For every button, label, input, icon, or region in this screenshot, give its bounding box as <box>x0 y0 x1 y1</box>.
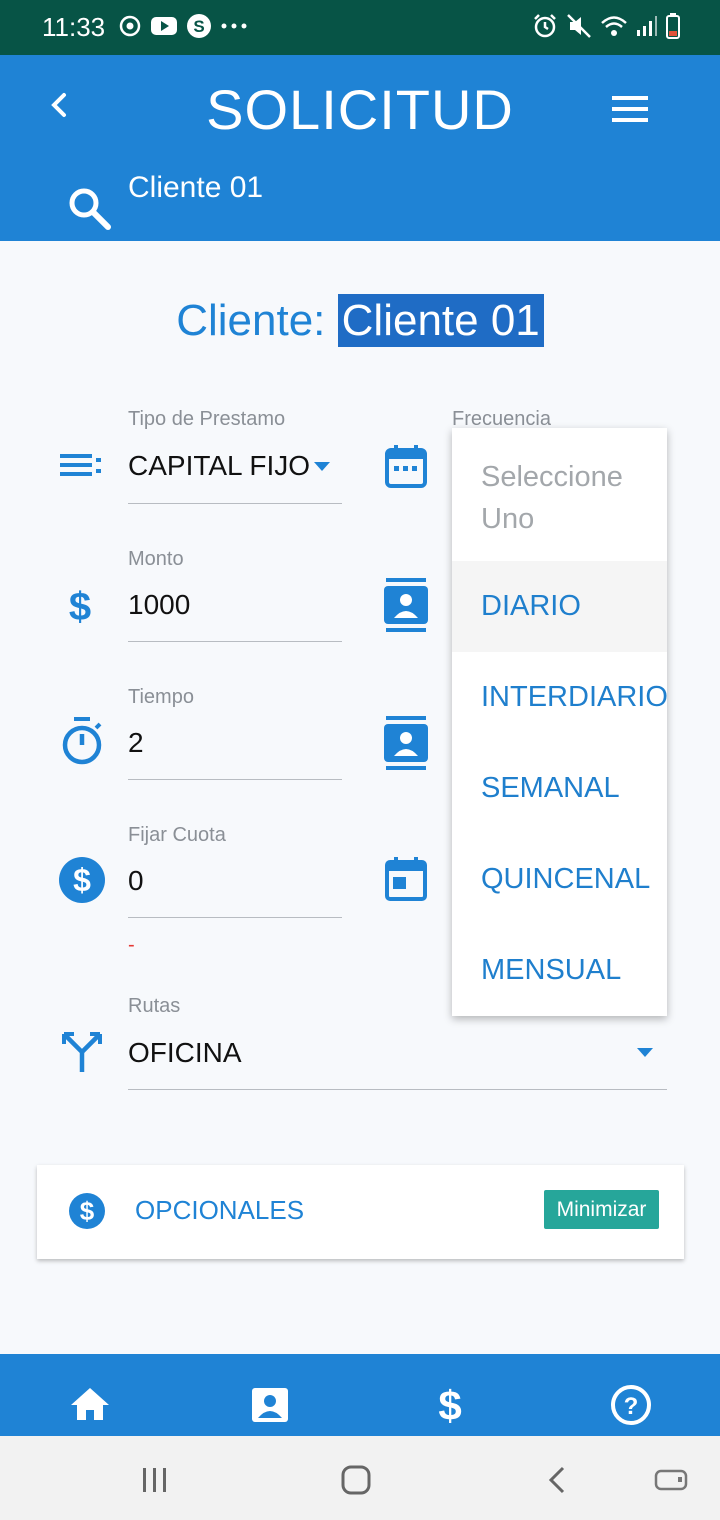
home-icon[interactable] <box>69 1386 111 1422</box>
dollar-icon: $ <box>69 585 91 626</box>
status-time: 11:33 <box>42 12 106 42</box>
youtube-icon <box>151 17 177 35</box>
search-input[interactable]: Cliente 01 <box>128 171 263 205</box>
sync-icon <box>119 15 141 37</box>
rutas-select[interactable]: OFICINA <box>128 1037 242 1069</box>
monto-input[interactable]: 1000 <box>128 589 190 621</box>
tipo-prestamo-label: Tipo de Prestamo <box>128 408 286 430</box>
keyboard-hide-icon[interactable] <box>654 1468 688 1492</box>
rutas-label: Rutas <box>128 995 181 1017</box>
chevron-down-icon[interactable] <box>637 1048 653 1057</box>
opcionales-card[interactable]: $ OPCIONALES Minimizar <box>37 1165 684 1259</box>
bottom-navigation: $ ? <box>0 1354 720 1436</box>
system-navigation-bar <box>0 1436 720 1520</box>
hamburger-menu-icon[interactable] <box>604 87 656 131</box>
signal-icon <box>637 16 657 36</box>
dropdown-option[interactable]: MENSUAL <box>452 925 667 1016</box>
frecuencia-dropdown-menu: Seleccione Uno DIARIO INTERDIARIO SEMANA… <box>452 428 668 1016</box>
monto-label: Monto <box>128 548 184 570</box>
monto-underline <box>128 641 342 642</box>
mute-icon <box>567 14 591 38</box>
fijar-cuota-underline <box>128 917 342 918</box>
dropdown-option[interactable]: DIARIO <box>452 561 667 652</box>
fijar-cuota-label: Fijar Cuota <box>128 824 226 846</box>
wifi-icon <box>601 16 627 36</box>
contact-icon[interactable] <box>250 1386 290 1424</box>
calendar-event-icon <box>385 857 427 901</box>
client-heading: Cliente: Cliente 01 <box>0 294 720 347</box>
dropdown-placeholder[interactable]: Seleccione Uno <box>481 456 661 540</box>
tipo-prestamo-select[interactable]: CAPITAL FIJO <box>128 450 310 482</box>
alarm-icon <box>534 14 556 38</box>
app-bar: SOLICITUD Cliente 01 <box>0 55 720 241</box>
calendar-icon <box>385 445 427 488</box>
tiempo-label: Tiempo <box>128 686 194 708</box>
svg-text:$: $ <box>438 1384 461 1426</box>
client-name-selected: Cliente 01 <box>337 294 544 347</box>
timer-icon <box>62 717 102 765</box>
skype-icon: S <box>187 14 211 38</box>
dropdown-option[interactable]: INTERDIARIO <box>452 652 668 743</box>
contact-card-icon <box>384 578 428 632</box>
client-label: Cliente: <box>176 296 326 345</box>
svg-text:$: $ <box>73 862 91 898</box>
back-button-icon[interactable] <box>545 1464 571 1496</box>
route-split-icon <box>62 1032 102 1072</box>
battery-icon <box>666 13 680 39</box>
list-icon <box>60 454 101 476</box>
tiempo-input[interactable]: 2 <box>128 727 144 759</box>
home-button-icon[interactable] <box>340 1464 372 1496</box>
dollar-icon[interactable]: $ <box>434 1384 466 1426</box>
help-icon[interactable]: ? <box>610 1384 652 1426</box>
svg-text:$: $ <box>80 1196 95 1226</box>
recent-apps-icon[interactable] <box>140 1466 170 1494</box>
search-icon[interactable] <box>64 183 116 235</box>
fijar-cuota-input[interactable]: 0 <box>128 865 144 897</box>
dollar-circle-icon: $ <box>69 1193 105 1229</box>
opcionales-label: OPCIONALES <box>135 1195 305 1225</box>
tipo-prestamo-underline <box>128 503 342 504</box>
contact-card-icon <box>384 716 428 770</box>
status-bar: 11:33 S <box>0 0 720 55</box>
dollar-circle-icon: $ <box>59 857 105 903</box>
rutas-underline <box>128 1089 667 1090</box>
chevron-down-icon[interactable] <box>314 462 330 471</box>
fijar-cuota-helper: - <box>128 934 135 956</box>
more-dots-icon <box>221 23 247 29</box>
tiempo-underline <box>128 779 342 780</box>
dropdown-option[interactable]: SEMANAL <box>452 743 667 834</box>
svg-text:S: S <box>193 17 204 36</box>
dropdown-option[interactable]: QUINCENAL <box>452 834 667 925</box>
svg-text:$: $ <box>69 585 91 626</box>
minimizar-button[interactable]: Minimizar <box>544 1190 659 1229</box>
svg-text:?: ? <box>624 1393 639 1420</box>
